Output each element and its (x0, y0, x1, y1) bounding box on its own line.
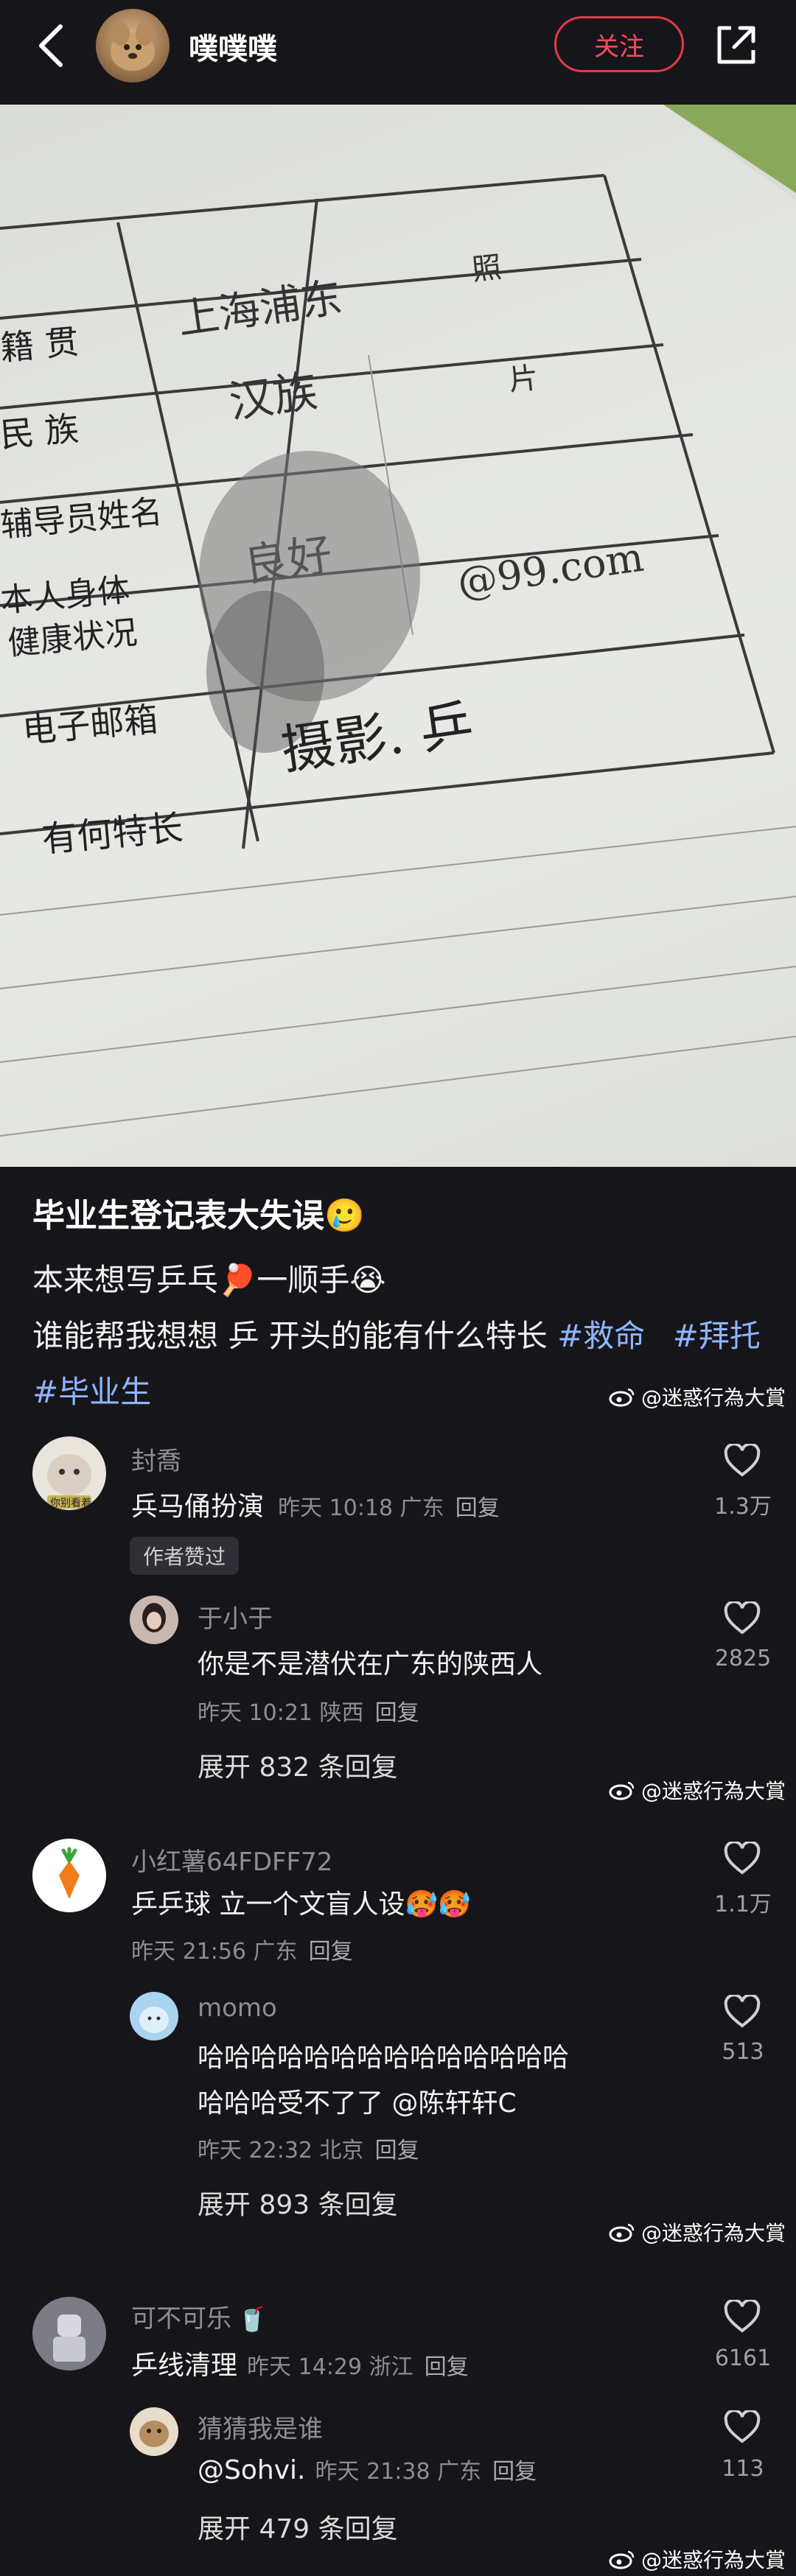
form-value-ethnicity: 汉族 (226, 365, 321, 429)
hashtag-please[interactable]: #拜托 (673, 1318, 761, 1354)
reply-button[interactable]: 回复 (309, 1939, 353, 1965)
expand-replies-button[interactable]: 展开 479 条回复 (198, 2507, 398, 2546)
reply-author-name[interactable]: 猜猜我是谁 (198, 2409, 323, 2445)
face-emoji: 🥵🥵 (405, 1889, 472, 1920)
commenter-avatar[interactable] (32, 1839, 106, 1912)
commenter-avatar[interactable] (32, 2297, 106, 2370)
reply-author-name[interactable]: 于小于 (198, 1598, 273, 1635)
like-count: 513 (722, 2039, 764, 2065)
like-heart-icon[interactable] (723, 2300, 761, 2334)
form-photo-label-1: 照 (470, 250, 503, 287)
reply-button[interactable]: 回复 (375, 2138, 419, 2163)
comment-body: 乒线清理 昨天 14:29 浙江 回复 (131, 2351, 469, 2381)
reply-button[interactable]: 回复 (492, 2459, 537, 2485)
author-name[interactable]: 噗噗噗 (189, 25, 277, 68)
drink-emoji: 🥤 (237, 2305, 267, 2333)
avatar-caption: 你别看着 (50, 1498, 91, 1509)
like-count: 1.3万 (714, 1494, 772, 1520)
weibo-watermark: @迷惑行為大賞 (609, 1775, 786, 1805)
hashtag-graduate[interactable]: #毕业生 (32, 1374, 151, 1410)
reply-avatar[interactable] (130, 2407, 178, 2456)
weibo-watermark: @迷惑行為大賞 (609, 1382, 786, 1411)
hashtag-save[interactable]: #救命 (557, 1318, 645, 1354)
comment-meta: 昨天 21:56 广东 回复 (131, 1939, 353, 1965)
expand-replies-button[interactable]: 展开 893 条回复 (198, 2183, 398, 2222)
follow-button[interactable]: 关注 (554, 16, 684, 72)
like-heart-icon[interactable] (723, 1995, 761, 2029)
post-body-line-1: 本来想写乒乓🏓一顺手😭 (32, 1262, 386, 1298)
like-heart-icon[interactable] (723, 1842, 761, 1875)
like-heart-icon[interactable] (723, 1601, 761, 1635)
tearful-face-emoji: 🥲 (324, 1197, 365, 1235)
like-count: 6161 (714, 2345, 772, 2371)
expand-replies-button[interactable]: 展开 832 条回复 (198, 1746, 398, 1784)
reply-button[interactable]: 回复 (455, 1495, 500, 1521)
post-body-line-2: 谁能帮我想想 乒 开头的能有什么特长 #救命 #拜托 (32, 1318, 761, 1354)
top-bar: 噗噗噗 关注 (0, 0, 796, 105)
reply-avatar[interactable] (130, 1992, 178, 2040)
post-body-line-3: #毕业生 (32, 1367, 151, 1412)
weibo-icon (609, 2550, 635, 2569)
share-icon[interactable] (712, 21, 761, 69)
comment-body: 乒乒球 立一个文盲人设🥵🥵 (131, 1889, 472, 1920)
crying-emoji: 😭 (349, 1262, 386, 1298)
weibo-watermark: @迷惑行為大賞 (609, 2544, 786, 2574)
reply-meta: 昨天 10:21 陕西 回复 (198, 1700, 419, 1726)
post-title: 毕业生登记表大失误🥲 (32, 1197, 365, 1235)
like-heart-icon[interactable] (723, 1444, 761, 1478)
like-count: 113 (722, 2456, 764, 2482)
comment-body: 兵马俑扮演 昨天 10:18 广东 回复 (131, 1492, 500, 1522)
weibo-watermark: @迷惑行為大賞 (609, 2217, 786, 2247)
reply-body: @Sohvi. 昨天 21:38 广东 回复 (198, 2455, 537, 2485)
ping-pong-emoji: 🏓 (218, 1262, 257, 1298)
reply-text-line-1: 哈哈哈哈哈哈哈哈哈哈哈哈哈哈 (198, 2043, 570, 2073)
like-count: 1.1万 (714, 1892, 772, 1917)
reply-text: 你是不是潜伏在广东的陕西人 (198, 1649, 543, 1680)
weibo-icon (609, 1388, 635, 1407)
commenter-name[interactable]: 小红薯64FDFF72 (131, 1842, 332, 1878)
author-liked-badge: 作者赞过 (130, 1537, 240, 1575)
form-value-health: 良好 (240, 528, 336, 592)
back-arrow-icon[interactable] (29, 18, 74, 74)
reply-meta: 昨天 22:32 北京 回复 (198, 2138, 419, 2163)
reply-button[interactable]: 回复 (425, 2354, 469, 2380)
weibo-icon (609, 2223, 635, 2242)
like-count: 2825 (714, 1646, 772, 1671)
commenter-name-row: 可不可乐 🥤 (131, 2298, 267, 2334)
reply-author-name[interactable]: momo (198, 1993, 277, 2023)
form-label-origin: 籍 贯 (0, 321, 81, 368)
commenter-name[interactable]: 封喬 (131, 1441, 181, 1477)
post-photo[interactable]: 籍 贯 民 族 辅导员姓名 本人身体 健康状况 电子邮箱 有何特长 上海浦东 汉… (0, 105, 796, 1167)
weibo-icon (609, 1781, 635, 1800)
author-avatar[interactable] (96, 9, 170, 83)
commenter-avatar[interactable]: 你别看着 (32, 1436, 106, 1510)
form-label-ethnicity: 民 族 (0, 408, 81, 455)
reply-avatar[interactable] (130, 1596, 178, 1644)
like-heart-icon[interactable] (723, 2410, 761, 2444)
reply-text-line-2: 哈哈哈受不了了 @陈轩轩C (198, 2088, 517, 2119)
reply-button[interactable]: 回复 (375, 1700, 419, 1726)
form-photo-label-2: 片 (507, 361, 540, 398)
commenter-name[interactable]: 可不可乐 (131, 2304, 231, 2334)
